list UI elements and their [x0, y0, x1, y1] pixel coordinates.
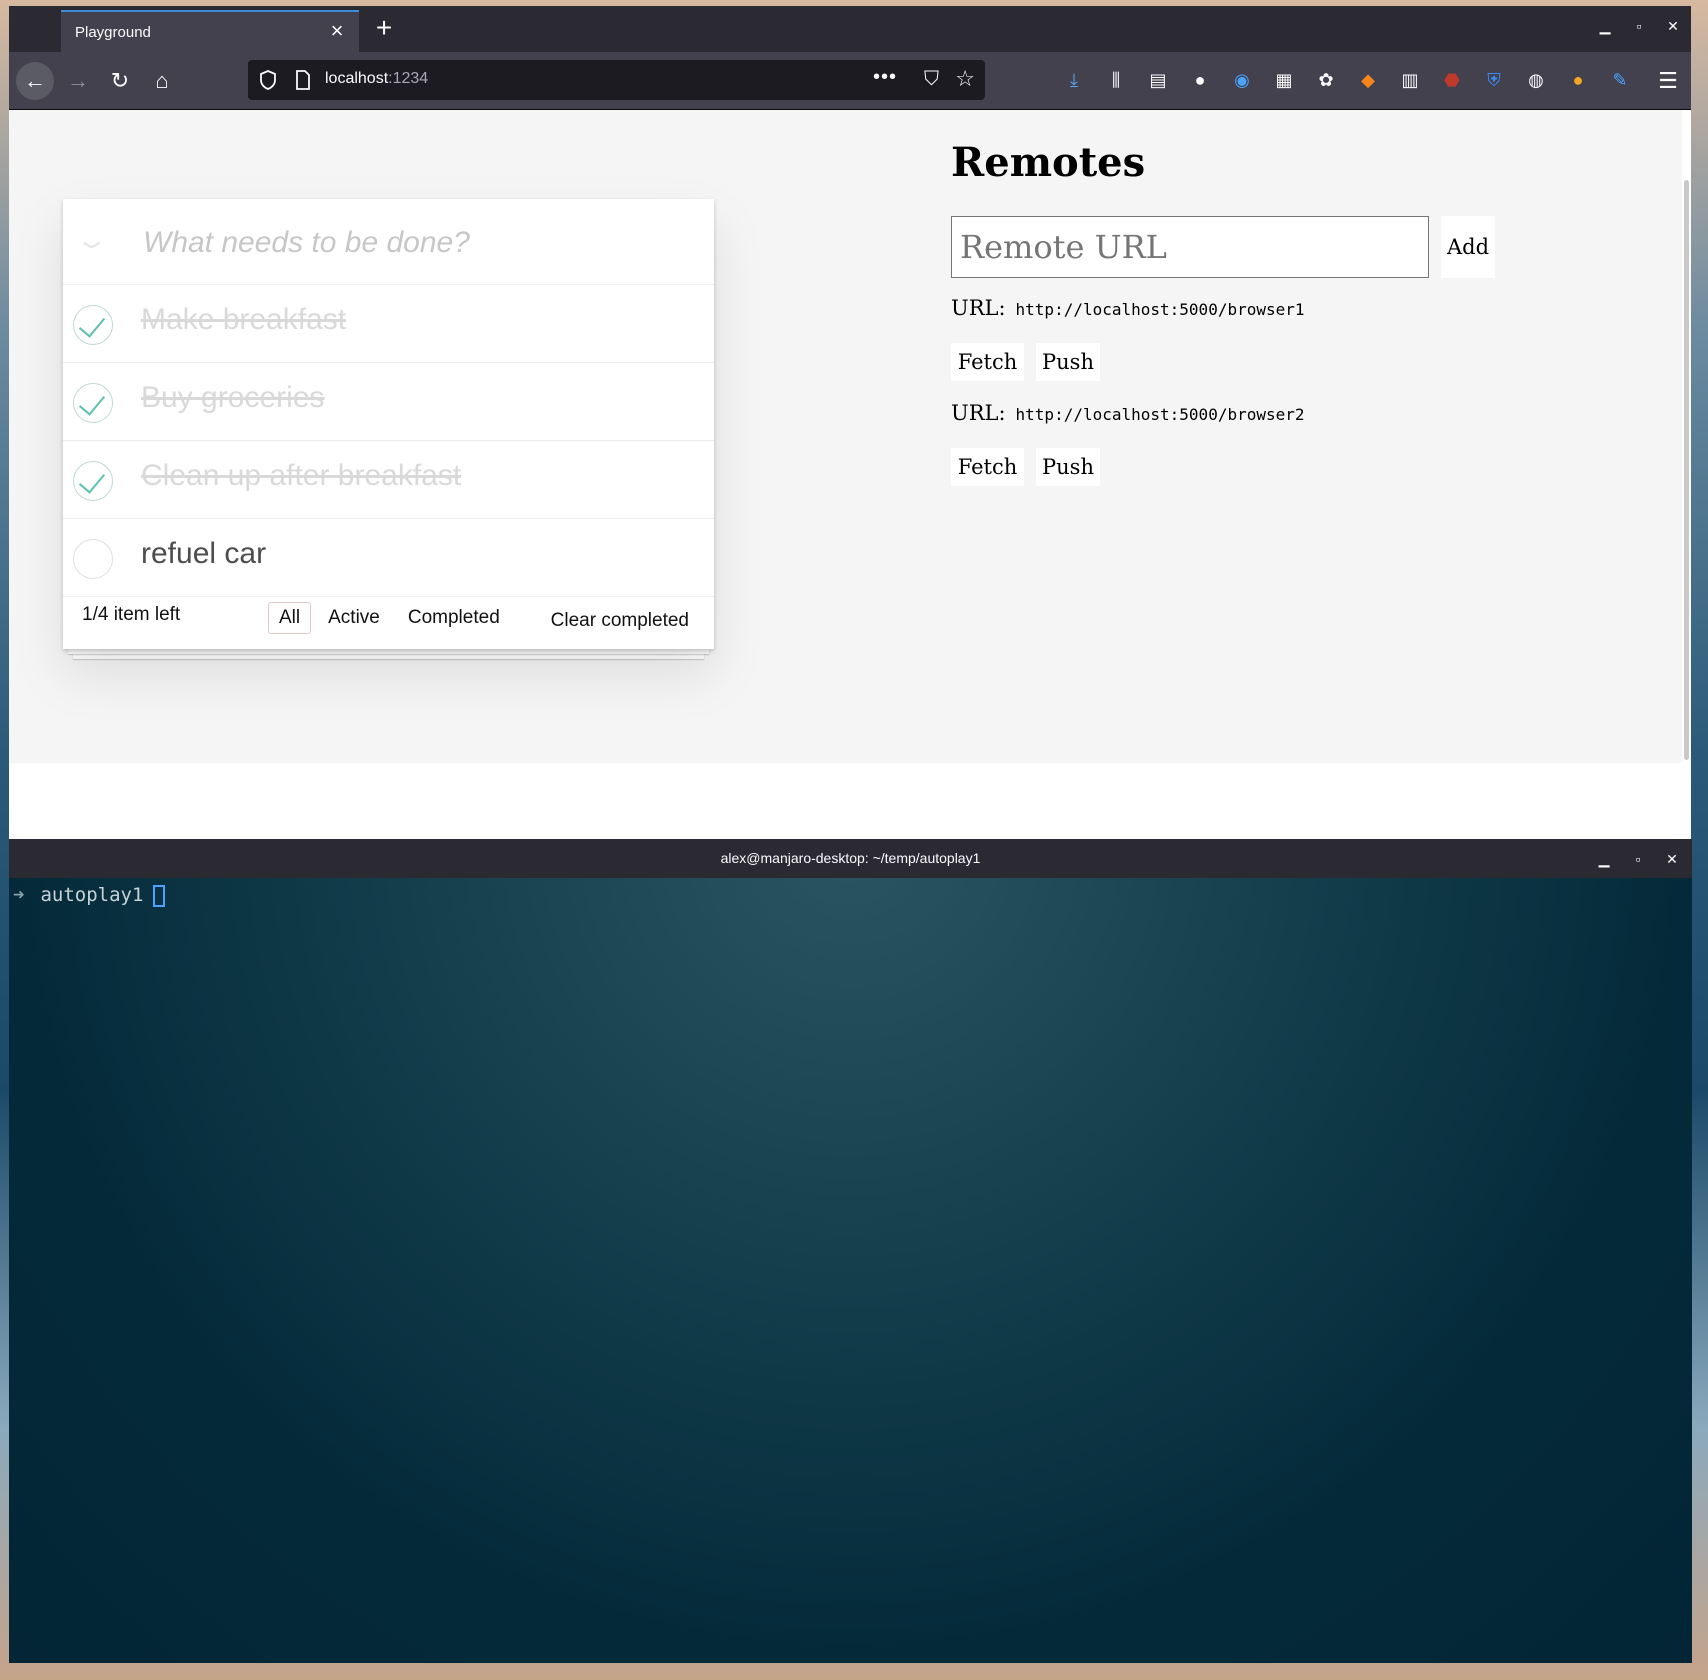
page-info-icon[interactable] [294, 69, 312, 91]
todo-item[interactable]: Make breakfast [63, 285, 714, 363]
window-controls: ▁ ▫ ✕ [1594, 849, 1682, 869]
terminal-titlebar: alex@manjaro-desktop: ~/temp/autoplay1 ▁… [9, 839, 1692, 878]
tab-bar: Playground × + ▁ ▫ ✕ [9, 6, 1691, 52]
remote-url-line: URL: http://localhost:5000/browser2 [951, 401, 1305, 425]
home-icon[interactable]: ⌂ [143, 62, 181, 100]
todo-app: › Make breakfast Buy groceries Clean up … [63, 199, 714, 649]
page-bottom-area [9, 763, 1682, 839]
fetch-button[interactable]: Fetch [951, 343, 1024, 381]
toggle-all-icon[interactable]: › [66, 227, 124, 263]
todo-checkbox[interactable] [73, 539, 113, 579]
extension-wrench-icon[interactable]: ✎ [1605, 65, 1635, 95]
push-button[interactable]: Push [1036, 343, 1100, 381]
fetch-button[interactable]: Fetch [951, 448, 1024, 486]
todo-checkbox[interactable] [73, 383, 113, 423]
more-icon[interactable]: ••• [873, 66, 897, 89]
page-viewport: › Make breakfast Buy groceries Clean up … [9, 110, 1682, 763]
sidebar-icon[interactable]: ▤ [1143, 65, 1173, 95]
new-todo-row: › [63, 199, 714, 285]
minimize-icon[interactable]: ▁ [1595, 16, 1615, 36]
todo-label[interactable]: refuel car [141, 537, 266, 571]
download-icon[interactable]: ⤓ [1059, 65, 1089, 95]
todo-item[interactable]: Clean up after breakfast [63, 441, 714, 519]
maximize-icon[interactable]: ▫ [1628, 849, 1648, 869]
todo-item[interactable]: Buy groceries [63, 363, 714, 441]
maximize-icon[interactable]: ▫ [1629, 16, 1649, 36]
scrollbar[interactable] [1682, 110, 1691, 839]
new-tab-button[interactable]: + [369, 14, 399, 44]
todo-label[interactable]: Make breakfast [141, 303, 346, 337]
pocket-icon[interactable]: ⛉ [924, 68, 939, 91]
extension-blue-icon[interactable]: ◉ [1227, 65, 1257, 95]
todo-footer: 1/4 item left All Active Completed Clear… [63, 592, 714, 649]
todo-label[interactable]: Buy groceries [141, 381, 324, 415]
new-todo-input[interactable] [143, 223, 683, 263]
prompt-directory: autoplay1 [40, 884, 144, 906]
minimize-icon[interactable]: ▁ [1594, 849, 1614, 869]
push-button[interactable]: Push [1036, 448, 1100, 486]
extension-mask-icon[interactable]: ◍ [1521, 65, 1551, 95]
forward-arrow-icon[interactable]: → [59, 62, 97, 100]
checkmark-icon [78, 388, 106, 416]
prompt-arrow-icon: ➜ [13, 884, 25, 906]
todo-checkbox[interactable] [73, 461, 113, 501]
shield-icon[interactable] [258, 69, 278, 91]
extension-orange-icon[interactable]: ● [1563, 65, 1593, 95]
bitwarden-icon[interactable]: ⛨ [1479, 65, 1509, 95]
filter-completed[interactable]: Completed [397, 602, 511, 634]
extension-paw-icon[interactable]: ✿ [1311, 65, 1341, 95]
ublock-icon[interactable]: ⬣ [1437, 65, 1467, 95]
todo-label[interactable]: Clean up after breakfast [141, 459, 461, 493]
terminal-cursor [153, 884, 166, 907]
scrollbar-thumb[interactable] [1684, 180, 1689, 760]
close-window-icon[interactable]: ✕ [1662, 849, 1682, 869]
tab-title: Playground [75, 23, 151, 41]
tab-playground[interactable]: Playground × [61, 10, 359, 52]
todo-filters: All Active Completed [268, 602, 511, 634]
todo-item[interactable]: refuel car [63, 519, 714, 597]
terminal-title: alex@manjaro-desktop: ~/temp/autoplay1 [720, 850, 981, 866]
back-arrow-icon[interactable]: ← [16, 62, 54, 100]
url-label: URL: [951, 296, 1006, 320]
browser-window: Playground × + ▁ ▫ ✕ ← → ↻ ⌂ localhost:1… [9, 6, 1691, 839]
url-bar[interactable]: localhost:1234 ••• ⛉ ☆ [248, 60, 985, 100]
filter-active[interactable]: Active [317, 602, 391, 634]
terminal-window[interactable]: alex@manjaro-desktop: ~/temp/autoplay1 ▁… [9, 839, 1692, 1663]
filter-all[interactable]: All [268, 602, 312, 634]
remote-url: http://localhost:5000/browser2 [1015, 405, 1305, 424]
navigation-toolbar: ← → ↻ ⌂ localhost:1234 ••• ⛉ ☆ ⤓ ⫼ ▤ ● ◉… [9, 52, 1691, 110]
metamask-icon[interactable]: ◆ [1353, 65, 1383, 95]
terminal-prompt[interactable]: ➜ autoplay1 [13, 884, 166, 907]
remote-url-input[interactable] [951, 216, 1429, 278]
url-label: URL: [951, 401, 1006, 425]
url-text[interactable]: localhost:1234 [325, 70, 428, 88]
star-icon[interactable]: ☆ [955, 66, 975, 92]
checkmark-icon [78, 466, 106, 494]
remote-url-line: URL: http://localhost:5000/browser1 [951, 296, 1305, 320]
clear-completed-button[interactable]: Clear completed [551, 610, 689, 632]
account-icon[interactable]: ● [1185, 65, 1215, 95]
reload-icon[interactable]: ↻ [101, 62, 139, 100]
add-remote-button[interactable]: Add [1441, 216, 1495, 278]
remote-url: http://localhost:5000/browser1 [1015, 300, 1305, 319]
close-tab-icon[interactable]: × [325, 19, 349, 43]
hamburger-menu-icon[interactable]: ☰ [1651, 64, 1685, 98]
remotes-title: Remotes [951, 139, 1146, 186]
window-controls: ▁ ▫ ✕ [1595, 16, 1683, 36]
todo-count: 1/4 item left [82, 604, 181, 625]
extension-bars-icon[interactable]: ▥ [1395, 65, 1425, 95]
extensions-toolbar: ⤓ ⫼ ▤ ● ◉ ▦ ✿ ◆ ▥ ⬣ ⛨ ◍ ● ✎ [1059, 65, 1635, 95]
todo-checkbox[interactable] [73, 305, 113, 345]
checkmark-icon [78, 310, 106, 338]
extension-grid-icon[interactable]: ▦ [1269, 65, 1299, 95]
library-icon[interactable]: ⫼ [1101, 65, 1131, 95]
close-window-icon[interactable]: ✕ [1663, 16, 1683, 36]
